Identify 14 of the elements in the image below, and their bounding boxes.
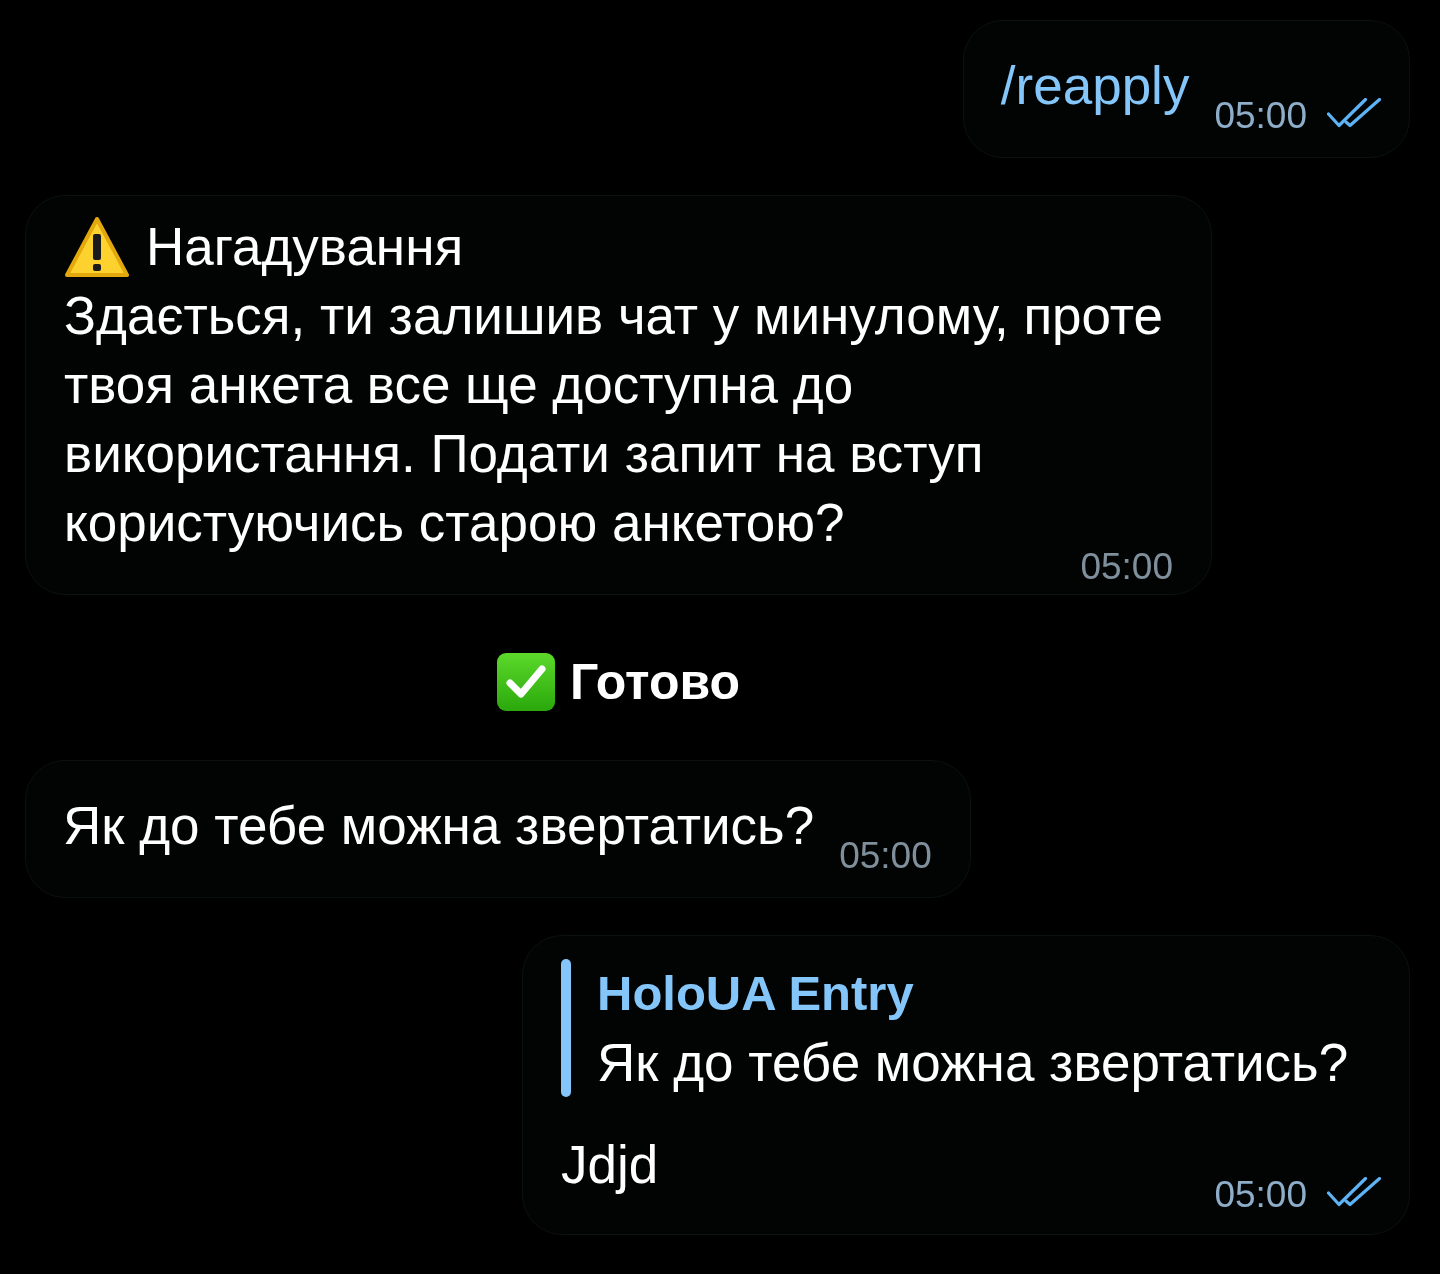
message-text: Як до тебе можна звертатись? xyxy=(63,795,815,857)
checkmark-icon xyxy=(496,653,555,711)
reply-author: HoloUA Entry xyxy=(597,965,914,1022)
message-time: 05:00 xyxy=(1214,1181,1307,1208)
command-link[interactable]: /reapply xyxy=(1000,51,1190,120)
warning-icon xyxy=(64,214,130,279)
reply-text: Як до тебе можна звертатись? xyxy=(597,1032,1349,1094)
notice-text: Готово xyxy=(569,653,741,711)
message-text: Здається, ти залишив чат у минулому, проте твоя анкета все ще доступна до використання. Подати запит на вступ користуючись старою анкетою? xyxy=(64,286,1164,552)
message-time: 05:00 xyxy=(1080,553,1173,580)
message-time: 05:00 xyxy=(839,842,932,869)
message-time: 05:00 xyxy=(1214,102,1307,129)
message-text: Jdjd xyxy=(561,1134,659,1196)
message-title: Нагадування xyxy=(146,216,464,278)
